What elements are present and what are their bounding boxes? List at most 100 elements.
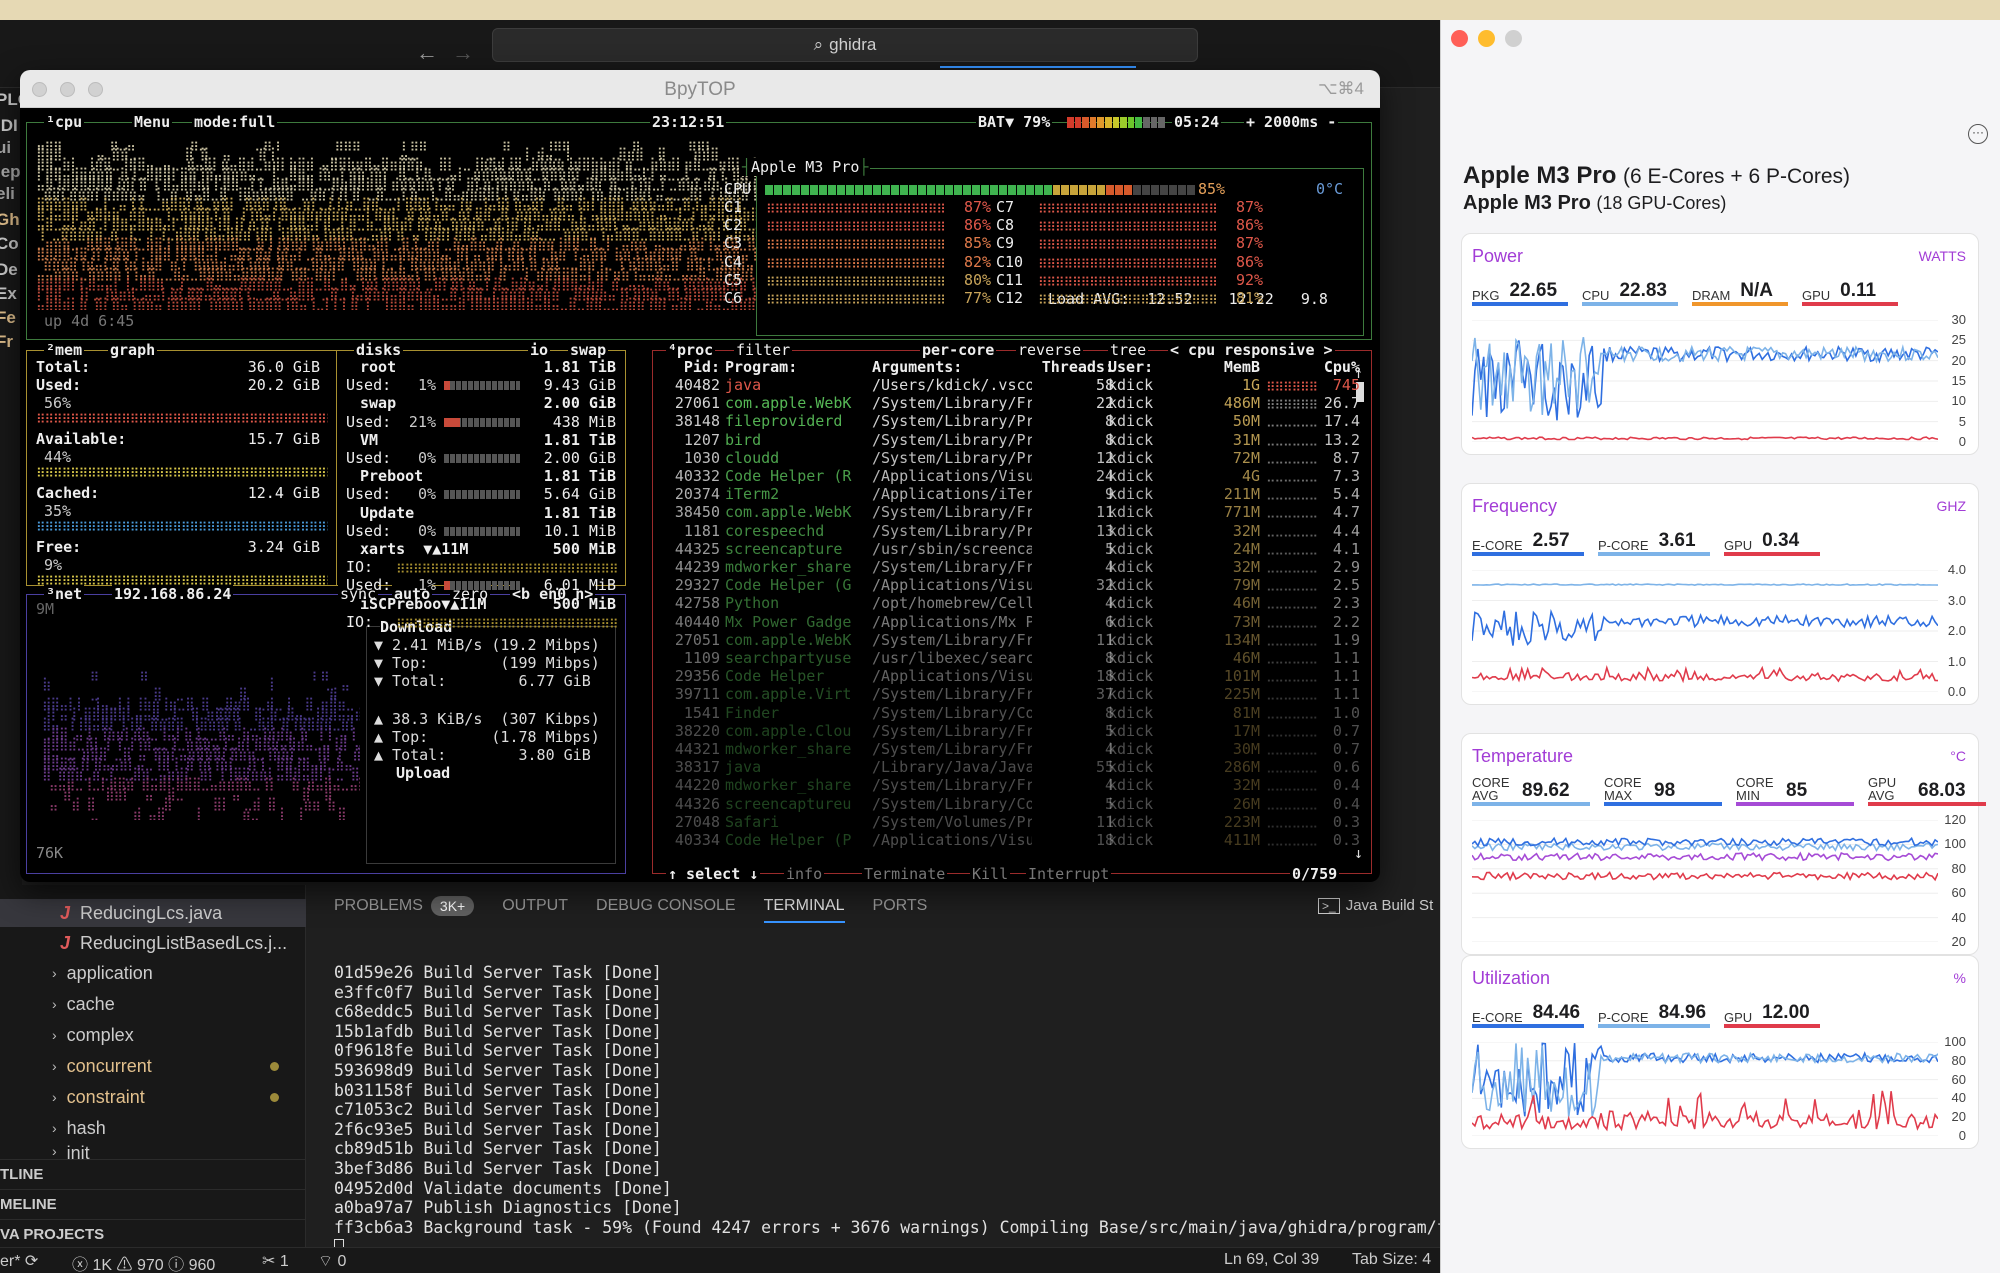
back-arrow-icon[interactable]: ← xyxy=(416,40,438,66)
swap-toggle[interactable]: swap xyxy=(568,341,609,359)
folder-complex[interactable]: › complex xyxy=(52,1021,134,1049)
close-button[interactable] xyxy=(1451,30,1468,47)
broadcast-status[interactable]: ⌔ 0 xyxy=(318,1251,346,1271)
metric-label: P-CORE xyxy=(1598,1010,1649,1025)
outline-section[interactable]: TLINE xyxy=(0,1159,306,1189)
card-title: Power xyxy=(1472,246,1524,266)
proc-column-header[interactable]: MemB xyxy=(1200,358,1260,376)
java-build-status-tab[interactable]: >_ Java Build St xyxy=(1318,897,1433,914)
proc-cell: 38450 xyxy=(674,503,720,522)
interrupt-button[interactable]: Interrupt xyxy=(1026,865,1112,882)
disks-header[interactable]: disks xyxy=(354,341,404,359)
proc-cell: fileproviderd xyxy=(725,412,843,431)
folder-hash[interactable]: › hash xyxy=(52,1114,106,1142)
cpu-meter-segment xyxy=(980,185,989,195)
proc-cell: 1030 xyxy=(683,448,720,467)
proc-cpu-mini-graph: ⣀⣀⣀⣀⣀⣀⣀⣀ xyxy=(1266,525,1318,538)
download-top: ▼ Top: (199 Mibps) xyxy=(374,654,600,672)
proc-column-header[interactable]: Arguments: xyxy=(872,358,1032,376)
tab-size[interactable]: Tab Size: 4 xyxy=(1352,1251,1431,1269)
proc-cell: 79M xyxy=(1232,576,1260,595)
reverse-toggle[interactable]: reverse xyxy=(1016,341,1084,359)
cpu-total-pct: 85% xyxy=(1198,180,1226,198)
per-core-toggle[interactable]: per-core xyxy=(920,341,997,359)
cpu-meter-segment xyxy=(881,185,890,195)
cursor-position[interactable]: Ln 69, Col 39 xyxy=(1224,1251,1319,1269)
tab-problems[interactable]: PROBLEMS 3K+ xyxy=(334,885,475,927)
proc-cell: Safari xyxy=(725,812,780,831)
tab-output[interactable]: OUTPUT xyxy=(502,885,568,927)
tree-toggle[interactable]: tree xyxy=(1108,341,1149,359)
java-projects-section[interactable]: VA PROJECTS xyxy=(0,1219,306,1249)
mem-graph: ⣿⣿⣿⣿⣿⣿⣿⣿⣿⣿⣿⣿⣿⣿⣿⣿⣿⣿⣿⣿⣿⣿⣿⣿⣿⣿⣿⣿⣿⣿⣿⣿⣿⣿⣿⣿⣿⣿⣿⣿… xyxy=(36,574,328,586)
disk-usage-bar xyxy=(444,526,520,536)
proc-cell: /System/Library/Fr xyxy=(872,630,1032,649)
proc-column-header[interactable]: User: xyxy=(1108,358,1168,376)
cpu-box-header[interactable]: ¹cpu xyxy=(44,113,85,131)
proc-cell: kdick xyxy=(1108,630,1154,649)
metric-color-bar xyxy=(1802,302,1898,306)
proc-cell: 1G xyxy=(1241,376,1260,394)
minimize-button[interactable] xyxy=(1478,30,1495,47)
disk-usage-fill xyxy=(444,381,450,391)
cpu-meter-segment xyxy=(1142,185,1151,195)
terminal-output[interactable]: 01d59e26 Build Server Task [Done] e3ffc0f… xyxy=(334,963,1457,1257)
metric: E-CORE 2.57 xyxy=(1472,526,1584,556)
forward-arrow-icon[interactable]: → xyxy=(452,40,474,66)
info-button[interactable]: info xyxy=(784,865,825,882)
zoom-button[interactable] xyxy=(1505,30,1522,47)
cpu-temp: 0°C xyxy=(1316,180,1344,198)
proc-column-header[interactable]: Pid: xyxy=(668,358,720,376)
tab-terminal[interactable]: TERMINAL xyxy=(763,885,845,927)
folder-constraint[interactable]: › constraint xyxy=(52,1083,145,1111)
battery-segment xyxy=(1135,117,1143,128)
tab-ports[interactable]: PORTS xyxy=(873,885,928,927)
proc-column-header[interactable]: Cpu% xyxy=(1320,358,1360,376)
sort-selector[interactable]: < cpu responsive > xyxy=(1168,341,1335,359)
proc-column-header[interactable]: Program: xyxy=(725,358,865,376)
timeline-section[interactable]: MELINE xyxy=(0,1189,306,1219)
core-pct: 86% xyxy=(1236,216,1264,235)
more-options-icon[interactable]: ··· xyxy=(1968,124,1988,144)
proc-cell: 101M xyxy=(1223,667,1260,686)
tab-debug-console[interactable]: DEBUG CONSOLE xyxy=(596,885,736,927)
proc-cpu-mini-graph: ⣀⣀⣀⣀⣀⣀⣀⣀ xyxy=(1266,725,1318,738)
proc-cpu-mini-graph: ⣀⣀⣀⣀⣀⣀⣀⣀ xyxy=(1266,707,1318,720)
kill-button[interactable]: Kill xyxy=(970,865,1011,882)
proc-column-header[interactable]: Threads: xyxy=(1040,358,1114,376)
info-icon: ⓘ xyxy=(168,1257,185,1273)
command-center-search[interactable]: ⌕ ghidra xyxy=(492,28,1198,62)
disk-value: 5.64 GiB xyxy=(543,485,616,504)
folder-application[interactable]: › application xyxy=(52,959,153,987)
proc-header[interactable]: ⁴proc xyxy=(666,341,716,359)
y-tick-label: 15 xyxy=(1951,373,1966,388)
proc-cell: corespeechd xyxy=(725,521,825,540)
problems-status[interactable]: ⓧ 1K ⚠ 970 ⓘ 960 xyxy=(72,1251,215,1273)
mem-box-header[interactable]: ²mem xyxy=(44,341,85,359)
proc-cell: /System/Library/Pr xyxy=(872,521,1032,540)
battery-segment xyxy=(1097,117,1105,128)
proc-cell: 0.3 xyxy=(1332,831,1360,849)
proc-cell: kdick xyxy=(1108,831,1154,849)
proc-cell: kdick xyxy=(1108,448,1154,467)
terminate-button[interactable]: Terminate xyxy=(862,865,948,882)
folder-concurrent[interactable]: › concurrent xyxy=(52,1052,152,1080)
proc-cpu-mini-graph: ⣿⣿⣿⣿⣿⣿⣿⣿ xyxy=(1266,398,1318,411)
select-control[interactable]: ↑ select ↓ xyxy=(666,865,761,882)
folder-cache[interactable]: › cache xyxy=(52,990,115,1018)
mem-graph-toggle[interactable]: graph xyxy=(108,341,158,359)
folder-init[interactable]: › init xyxy=(52,1143,90,1159)
proc-cell: 286M xyxy=(1223,758,1260,777)
modified-dot xyxy=(270,1093,279,1102)
branch-status[interactable]: er* ⟳ xyxy=(0,1251,38,1271)
menu-button[interactable]: Menu xyxy=(132,113,173,131)
update-rate[interactable]: + 2000ms - xyxy=(1244,113,1339,131)
cpu-meter-segment xyxy=(827,185,836,195)
open-file-reducinglcs[interactable]: J ReducingLcs.java xyxy=(0,899,306,927)
io-toggle[interactable]: io xyxy=(528,341,551,359)
ports-status[interactable]: ✂ 1 xyxy=(262,1251,289,1271)
mode-toggle[interactable]: mode:full xyxy=(192,113,278,131)
open-file-reducinglistbased[interactable]: J ReducingListBasedLcs.j... xyxy=(60,929,287,957)
proc-filter[interactable]: filter xyxy=(734,341,793,359)
disk-value: 1.81 TiB xyxy=(543,503,616,522)
